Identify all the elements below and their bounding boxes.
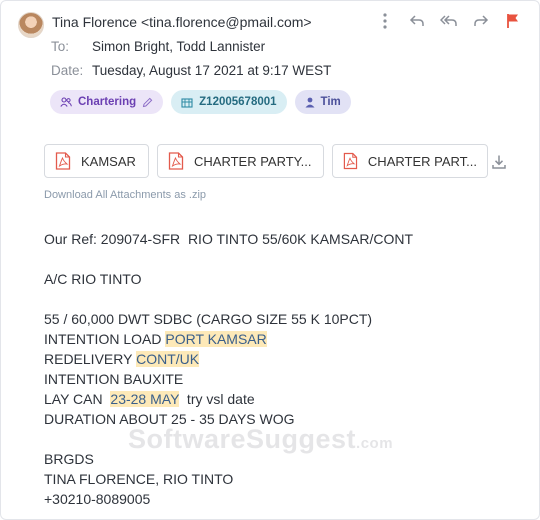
highlighted-location[interactable]: PORT KAMSAR [165,331,267,347]
body-line: A/C RIO TINTO [44,271,142,287]
flag-icon[interactable] [504,11,522,31]
tag-list: Chartering Z12005678001 Tim [50,90,351,114]
attachment-charter-party-1[interactable]: CHARTER PARTY... [157,144,324,178]
date-value: Tuesday, August 17 2021 at 9:17 WEST [92,63,332,78]
to-recipients: Simon Bright, Todd Lannister [92,39,266,54]
date-row: Date: Tuesday, August 17 2021 at 9:17 WE… [51,63,331,78]
watermark-suffix: .com [356,435,394,452]
date-label: Date: [51,63,84,78]
sender-name: Tina Florence <tina.florence@pmail.com> [52,14,312,30]
download-all-link[interactable]: Download All Attachments as .zip [44,189,206,201]
watermark: SoftwareSuggest.com [128,424,393,455]
tag-label: Z12005678001 [199,96,277,108]
body-line: 55 / 60,000 DWT SDBC (CARGO SIZE 55 K 10… [44,311,373,327]
body-line: INTENTION LOAD PORT KAMSAR [44,329,413,349]
download-icon[interactable] [491,154,507,170]
reply-icon[interactable] [408,11,426,31]
pdf-icon [55,152,71,170]
more-vertical-icon[interactable] [376,11,394,31]
attachment-list: KAMSAR CHARTER PARTY... CHARTER PART... [44,144,488,178]
body-text: REDELIVERY [44,351,137,367]
highlighted-location[interactable]: CONT/UK [136,351,200,367]
watermark-text: SoftwareSuggest [128,424,357,454]
body-text: INTENTION LOAD [44,331,166,347]
highlighted-date[interactable]: 23-28 MAY [110,391,180,407]
reply-all-icon[interactable] [440,11,458,31]
attachment-label: KAMSAR [81,153,136,169]
body-line: LAY CAN 23-28 MAY try vsl date [44,389,413,409]
attachment-kamsar[interactable]: KAMSAR [44,144,149,178]
email-toolbar [376,11,522,31]
sender-avatar[interactable] [18,12,44,38]
users-icon [60,97,72,107]
to-row: To: Simon Bright, Todd Lannister [51,39,265,54]
tag-label: Chartering [78,96,137,108]
body-line: TINA FLORENCE, RIO TINTO [44,471,234,487]
forward-icon[interactable] [472,11,490,31]
pdf-icon [343,152,358,170]
body-line: +30210-8089005 [44,491,151,507]
body-line: REDELIVERY CONT/UK [44,349,413,369]
email-body: Our Ref: 209074-SFR RIO TINTO 55/60K KAM… [44,229,413,509]
attachment-label: CHARTER PART... [367,153,477,169]
building-icon [181,97,193,108]
body-text: LAY CAN [44,391,111,407]
body-line: Our Ref: 209074-SFR RIO TINTO 55/60K KAM… [44,231,414,247]
attachment-label: CHARTER PARTY... [194,153,312,169]
tag-reference[interactable]: Z12005678001 [171,90,287,114]
body-text: try vsl date [179,391,255,407]
tag-tim[interactable]: Tim [294,90,351,114]
tag-label: Tim [320,96,341,108]
user-icon [305,97,315,107]
to-label: To: [51,39,70,54]
attachment-charter-party-2[interactable]: CHARTER PART... [332,144,488,178]
pdf-icon [168,152,184,170]
pencil-icon[interactable] [142,97,153,108]
tag-chartering[interactable]: Chartering [50,90,164,114]
body-line: INTENTION BAUXITE [44,371,184,387]
